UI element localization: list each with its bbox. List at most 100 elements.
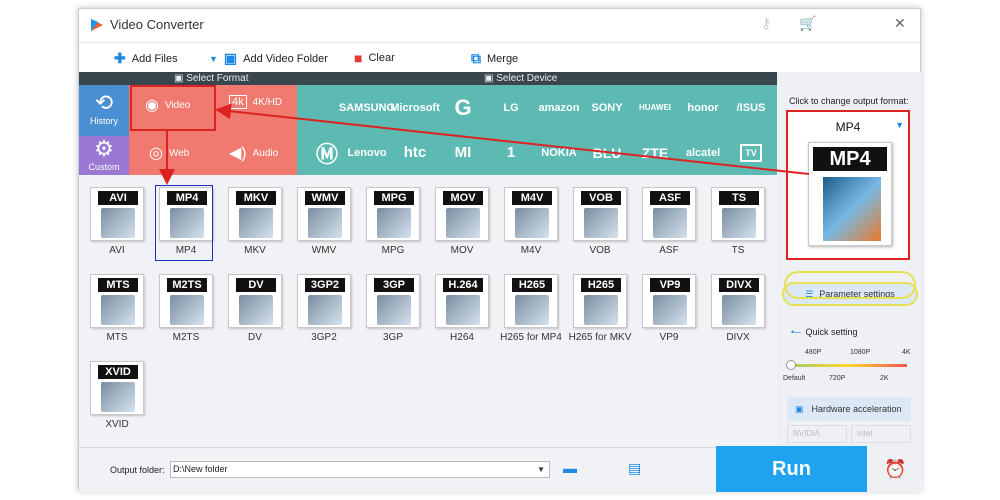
format-label: M4V: [520, 245, 542, 256]
merge-label: Merge: [487, 52, 519, 65]
merge-button[interactable]: ⧉ Merge: [471, 50, 518, 67]
device-area: SAMSUNG Microsoft G LG amazon SONY HUAWE…: [297, 85, 777, 175]
cart-icon[interactable]: 🛒: [799, 15, 816, 32]
format-tile-asf[interactable]: ASF ASF: [639, 185, 699, 256]
add-files-button[interactable]: ✚ Add Files: [114, 50, 178, 67]
format-icon: TS: [711, 187, 765, 241]
format-icon: XVID: [90, 361, 144, 415]
tab-web[interactable]: ◎ Web: [149, 143, 189, 163]
format-tile-h264[interactable]: H.264 H264: [432, 272, 492, 343]
format-badge: ASF: [650, 191, 690, 205]
format-art-icon: [239, 295, 273, 325]
intel-option[interactable]: Intel: [851, 425, 911, 443]
tab-4k-label: 4K/HD: [252, 96, 283, 108]
select-device-label: ▣ Select Device: [484, 73, 558, 84]
plus-icon: ✚: [114, 50, 126, 66]
format-tile-avi[interactable]: AVI AVI: [87, 185, 147, 256]
select-format-label: ▣ Select Format: [174, 73, 249, 84]
brand-asus[interactable]: /ISUS: [721, 85, 781, 130]
tab-4k-hd[interactable]: 4k 4K/HD: [229, 95, 282, 109]
format-tile-wmv[interactable]: WMV WMV: [294, 185, 354, 256]
chevron-down-icon[interactable]: ▼: [537, 462, 545, 477]
format-label: M2TS: [172, 332, 200, 343]
format-label: VP9: [659, 332, 679, 343]
add-video-folder-button[interactable]: ▼ ▣ Add Video Folder: [209, 50, 328, 67]
format-label: ASF: [659, 245, 679, 256]
quick-setting-icon: •─: [791, 327, 801, 337]
format-tile-3gp2[interactable]: 3GP2 3GP2: [294, 272, 354, 343]
format-art-icon: [377, 295, 411, 325]
format-badge: H265: [581, 278, 621, 292]
format-tile-mkv[interactable]: MKV MKV: [225, 185, 285, 256]
output-folder-input[interactable]: D:\New folder ▼: [170, 461, 550, 478]
format-tile-mpg[interactable]: MPG MPG: [363, 185, 423, 256]
clear-button[interactable]: ■ Clear: [354, 50, 395, 66]
quality-4k: 4K: [902, 349, 911, 356]
format-icon: ASF: [642, 187, 696, 241]
format-icon: DIVX: [711, 274, 765, 328]
format-tile-mov[interactable]: MOV MOV: [432, 185, 492, 256]
history-button[interactable]: ⟲ History: [79, 85, 129, 136]
format-tile-m2ts[interactable]: M2TS M2TS: [156, 272, 216, 343]
format-label: WMV: [311, 245, 337, 256]
format-label: XVID: [105, 419, 129, 430]
format-art-icon: [515, 208, 549, 238]
format-badge: H265: [512, 278, 552, 292]
quality-slider[interactable]: 480P 1080P 4K Default 720P 2K: [777, 347, 922, 392]
format-tile-vob[interactable]: VOB VOB: [570, 185, 630, 256]
title-bar: Video Converter ⚷ 🛒 ✕: [79, 9, 920, 41]
close-icon[interactable]: ✕: [894, 15, 906, 32]
mp4-selection-box: [155, 185, 213, 261]
format-art-icon: [653, 208, 687, 238]
format-tile-dv[interactable]: DV DV: [225, 272, 285, 343]
format-tile-mts[interactable]: MTS MTS: [87, 272, 147, 343]
quality-track[interactable]: [789, 364, 907, 367]
key-icon[interactable]: ⚷: [761, 15, 771, 32]
gear-icon: ⚙: [94, 136, 114, 161]
add-video-folder-label: Add Video Folder: [243, 52, 328, 65]
format-icon: MKV: [228, 187, 282, 241]
format-tile-h265-for-mp4[interactable]: H265 H265 for MP4: [500, 272, 562, 343]
format-tile-m4v[interactable]: M4V M4V: [501, 185, 561, 256]
tab-audio[interactable]: ◀) Audio: [229, 143, 278, 163]
quality-480p: 480P: [805, 349, 822, 356]
dropdown-arrow-icon[interactable]: ▼: [209, 54, 218, 64]
alarm-clock-icon[interactable]: ⏰: [884, 459, 906, 480]
format-art-icon: [515, 295, 549, 325]
format-art-icon: [584, 208, 618, 238]
film-folder-icon[interactable]: ▤: [628, 460, 641, 477]
custom-button[interactable]: ⚙ Custom: [79, 136, 129, 175]
format-tile-divx[interactable]: DIVX DIVX: [708, 272, 768, 343]
format-tile-ts[interactable]: TS TS: [708, 185, 768, 256]
quality-handle[interactable]: [786, 360, 796, 370]
format-tile-3gp[interactable]: 3GP 3GP: [363, 272, 423, 343]
folder-open-icon[interactable]: ▬: [563, 460, 577, 476]
brand-tv-icon[interactable]: TV: [721, 130, 781, 175]
hardware-acceleration-label: Hardware acceleration: [811, 404, 902, 414]
format-icon: H.264: [435, 274, 489, 328]
format-art-icon: [239, 208, 273, 238]
format-art-icon: [722, 295, 756, 325]
quick-setting-label: •─ Quick setting: [791, 327, 858, 337]
nvidia-option[interactable]: NVIDIA: [787, 425, 847, 443]
hardware-acceleration-toggle[interactable]: ▣ Hardware acceleration: [787, 397, 911, 421]
format-tile-vp9[interactable]: VP9 VP9: [639, 272, 699, 343]
format-badge: TS: [719, 191, 759, 205]
format-icon: MOV: [435, 187, 489, 241]
format-icon: VP9: [642, 274, 696, 328]
quality-1080p: 1080P: [850, 349, 871, 356]
tab-audio-label: Audio: [252, 147, 279, 159]
format-icon: H265: [504, 274, 558, 328]
app-title: Video Converter: [110, 17, 204, 32]
app-window: Video Converter ⚷ 🛒 ✕ ✚ Add Files ▼ ▣ Add V…: [78, 8, 922, 492]
clear-label: Clear: [368, 52, 395, 64]
format-tile-xvid[interactable]: XVID XVID: [87, 359, 147, 430]
output-format-selector[interactable]: MP4 ▼ MP4: [786, 110, 910, 260]
format-art-icon: [101, 295, 135, 325]
run-button[interactable]: Run: [716, 446, 867, 492]
format-tile-h265-for-mkv[interactable]: H265 H265 for MKV: [569, 272, 631, 343]
chevron-down-icon[interactable]: ▼: [895, 120, 904, 130]
format-label: MKV: [244, 245, 266, 256]
bottom-bar: Output folder: D:\New folder ▼ ▬ ▤: [79, 447, 777, 492]
video-art-icon: [823, 177, 881, 241]
